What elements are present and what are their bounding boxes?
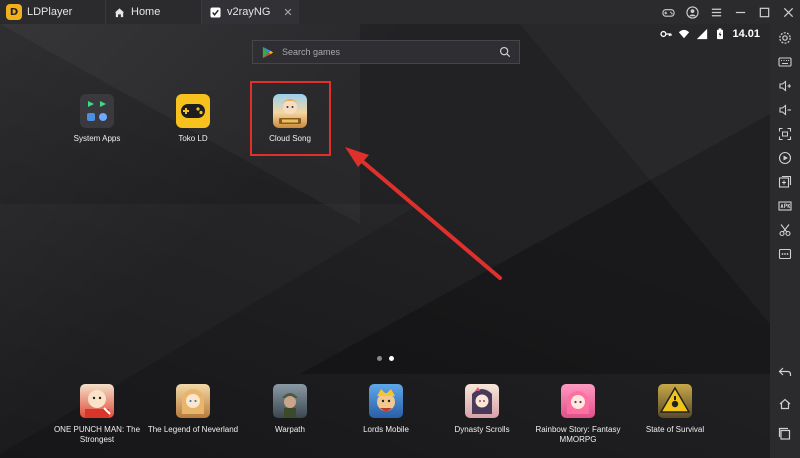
dock-app-legend-of-neverland[interactable]: The Legend of Neverland: [143, 384, 243, 435]
back-icon[interactable]: [777, 364, 793, 380]
tab-v2rayng-label: v2rayNG: [227, 6, 271, 18]
dock-app-warpath[interactable]: Warpath: [240, 384, 340, 435]
system-apps-icon: [80, 94, 114, 128]
recent-apps-icon[interactable]: [777, 426, 793, 442]
app-label: Cloud Song: [269, 134, 311, 143]
app-system-apps[interactable]: System Apps: [57, 94, 137, 144]
battery-icon: [717, 28, 724, 40]
dock-app-label: Rainbow Story: Fantasy MMORPG: [535, 425, 621, 444]
add-app-icon[interactable]: [777, 174, 793, 190]
home-icon: [114, 7, 125, 17]
wifi-icon: [679, 29, 690, 39]
tab-v2rayng[interactable]: v2rayNG ✕: [201, 0, 299, 24]
volume-up-icon[interactable]: [777, 78, 793, 94]
scissors-icon[interactable]: [777, 222, 793, 238]
legend-of-neverland-icon: [176, 384, 210, 418]
warpath-icon: [273, 384, 307, 418]
dock-app-one-punch-man[interactable]: ONE PUNCH MAN: The Strongest: [47, 384, 147, 445]
search-icon[interactable]: [499, 46, 511, 58]
state-of-survival-icon: [658, 384, 692, 418]
search-bar[interactable]: [252, 40, 520, 64]
status-time: 14.01: [732, 28, 760, 40]
dock-app-label: Dynasty Scrolls: [454, 425, 510, 434]
v2ray-check-icon: [210, 6, 221, 18]
dock-app-label: ONE PUNCH MAN: The Strongest: [53, 425, 141, 444]
more-icon[interactable]: [777, 246, 793, 262]
rainbow-story-icon: [561, 384, 595, 418]
right-toolbar: [770, 24, 800, 458]
app-label: Toko LD: [178, 134, 208, 143]
app-toko-ld[interactable]: Toko LD: [153, 94, 233, 144]
app-cloud-song[interactable]: Cloud Song: [250, 94, 330, 144]
page-indicator: [377, 356, 394, 361]
fullscreen-icon[interactable]: [777, 126, 793, 142]
title-bar: D LDPlayer Home v2rayNG ✕: [0, 0, 800, 24]
dock-app-dynasty-scrolls[interactable]: Dynasty Scrolls: [432, 384, 532, 435]
maximize-icon[interactable]: [752, 0, 776, 24]
gamepad-icon[interactable]: [656, 0, 680, 24]
dock-app-label: Warpath: [275, 425, 305, 434]
dock-app-label: Lords Mobile: [363, 425, 409, 434]
search-input[interactable]: [282, 47, 499, 57]
signal-icon: [697, 28, 708, 40]
toko-ld-icon: [176, 94, 210, 128]
app-brand: D LDPlayer: [0, 0, 105, 24]
menu-icon[interactable]: [704, 0, 728, 24]
close-icon[interactable]: [776, 0, 800, 24]
dynasty-scrolls-icon: [465, 384, 499, 418]
dock-app-state-of-survival[interactable]: State of Survival: [625, 384, 725, 435]
tab-home-label: Home: [131, 6, 161, 18]
google-play-icon: [262, 46, 274, 58]
account-icon[interactable]: [680, 0, 704, 24]
dock-app-lords-mobile[interactable]: Lords Mobile: [336, 384, 436, 435]
settings-icon[interactable]: [777, 30, 793, 46]
android-home-screen: 14.01 System Apps: [0, 24, 770, 458]
keyboard-icon[interactable]: [777, 54, 793, 70]
minimize-icon[interactable]: [728, 0, 752, 24]
apk-icon[interactable]: [777, 198, 793, 214]
app-name: LDPlayer: [27, 6, 73, 18]
app-label: System Apps: [73, 134, 121, 143]
one-punch-man-icon: [80, 384, 114, 418]
dock-app-rainbow-story[interactable]: Rainbow Story: Fantasy MMORPG: [528, 384, 628, 445]
window-controls: [656, 0, 800, 24]
vpn-key-icon: [660, 30, 673, 38]
lords-mobile-icon: [369, 384, 403, 418]
volume-down-icon[interactable]: [777, 102, 793, 118]
page-dot-active[interactable]: [389, 356, 394, 361]
record-icon[interactable]: [777, 150, 793, 166]
page-dot[interactable]: [377, 356, 382, 361]
dock-app-label: State of Survival: [645, 425, 705, 434]
status-bar: 14.01: [660, 26, 760, 42]
tab-home[interactable]: Home: [105, 0, 201, 24]
dock-app-label: The Legend of Neverland: [147, 425, 239, 434]
cloud-song-icon: [273, 94, 307, 128]
tab-close-icon[interactable]: ✕: [283, 6, 293, 19]
ldplayer-logo-icon: D: [6, 4, 22, 20]
home-icon[interactable]: [777, 396, 793, 412]
